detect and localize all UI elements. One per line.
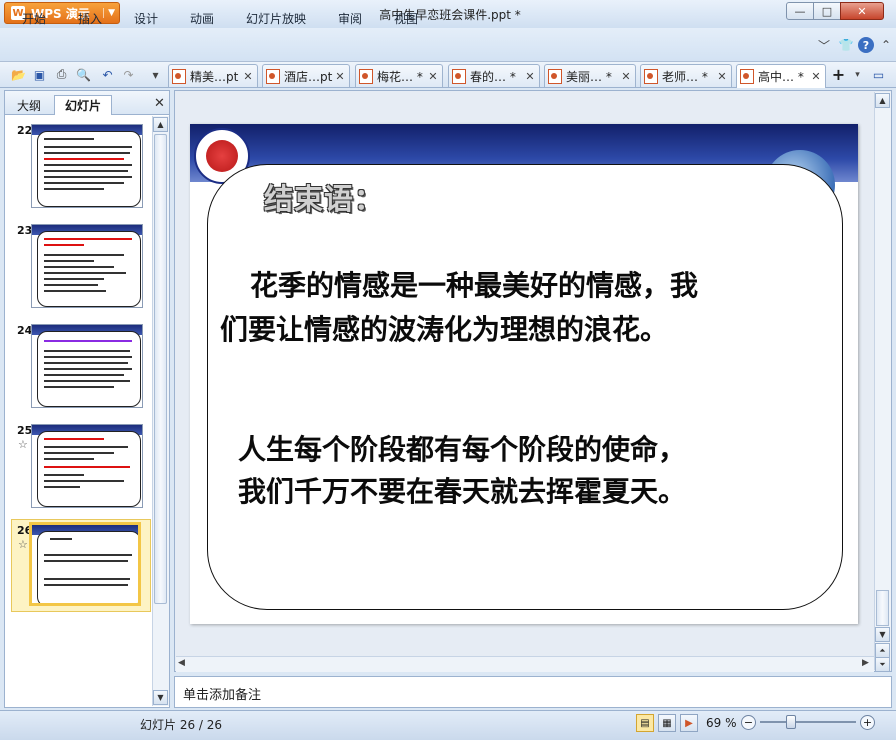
zoom-in-button[interactable]: + bbox=[860, 715, 875, 730]
zoom-slider-track[interactable] bbox=[760, 721, 856, 723]
tab-list-dropdown-icon[interactable]: ▾ bbox=[849, 66, 866, 83]
thumbnail-slide-22[interactable] bbox=[31, 124, 143, 208]
current-slide[interactable]: 结束语： 花季的情感是一种最美好的情感，我 们要让情感的波涛化为理想的浪花。 人… bbox=[190, 124, 858, 624]
tab-outline[interactable]: 大纲 bbox=[8, 95, 50, 115]
menu-view[interactable]: 视图 bbox=[394, 10, 418, 27]
ppt-file-icon bbox=[452, 68, 466, 84]
scroll-up-icon[interactable]: ▲ bbox=[875, 93, 890, 108]
chevron-down-icon[interactable]: ﹀ bbox=[816, 37, 832, 53]
slide-text-line-2: 们要让情感的波涛化为理想的浪花。 bbox=[220, 313, 669, 346]
doc-tab-6[interactable]: 老师… * ✕ bbox=[640, 64, 732, 87]
zoom-level: 69 % bbox=[706, 716, 737, 730]
animation-star-icon: ☆ bbox=[18, 438, 28, 451]
menu-bar bbox=[0, 28, 896, 62]
thumbnail-slide-23[interactable] bbox=[31, 224, 143, 308]
print-icon[interactable]: ⎙ bbox=[53, 66, 70, 83]
thumbnail-slide-24[interactable] bbox=[31, 324, 143, 408]
print-preview-icon[interactable]: 🔍 bbox=[75, 66, 92, 83]
redo-icon[interactable]: ↷ bbox=[120, 66, 137, 83]
maximize-button[interactable]: □ bbox=[813, 2, 841, 20]
tab-close-icon[interactable]: ✕ bbox=[242, 70, 254, 83]
skin-icon[interactable]: 👕 bbox=[838, 37, 854, 53]
tab-close-icon[interactable]: ✕ bbox=[620, 70, 632, 83]
save-icon[interactable]: ▣ bbox=[31, 66, 48, 83]
doc-tab-4[interactable]: 春的… * ✕ bbox=[448, 64, 540, 87]
thumbnail-slide-25[interactable] bbox=[31, 424, 143, 508]
slide-text-line-1: 花季的情感是一种最美好的情感，我 bbox=[250, 269, 699, 302]
animation-star-icon: ☆ bbox=[18, 538, 28, 551]
help-icon[interactable]: ? bbox=[858, 37, 874, 53]
normal-view-icon[interactable]: ▤ bbox=[636, 714, 654, 732]
tab-close-icon[interactable]: ✕ bbox=[716, 70, 728, 83]
ribbon-toggle-icon[interactable]: ⌃ bbox=[878, 37, 894, 53]
scroll-left-icon[interactable]: ◀ bbox=[178, 658, 185, 668]
doc-tab-2[interactable]: 酒店…pt ✕ bbox=[262, 64, 350, 87]
notes-pane[interactable] bbox=[174, 676, 892, 708]
canvas-horizontal-scrollbar[interactable] bbox=[176, 656, 874, 672]
open-icon[interactable]: 📂 bbox=[10, 66, 27, 83]
canvas-vertical-scrollbar[interactable] bbox=[874, 92, 891, 670]
status-bar bbox=[0, 710, 896, 740]
doc-tab-1[interactable]: 精美…pt ✕ bbox=[168, 64, 258, 87]
close-button[interactable]: ✕ bbox=[840, 2, 884, 20]
tab-close-icon[interactable]: ✕ bbox=[427, 70, 439, 83]
ppt-file-icon bbox=[740, 69, 754, 84]
next-slide-icon[interactable]: ⏷ bbox=[875, 657, 890, 672]
scroll-down-icon[interactable]: ▼ bbox=[153, 690, 168, 705]
zoom-slider-thumb[interactable] bbox=[786, 715, 796, 729]
doc-tab-3[interactable]: 梅花… * ✕ bbox=[355, 64, 443, 87]
tab-close-icon[interactable]: ✕ bbox=[334, 70, 346, 83]
menu-animation[interactable]: 动画 bbox=[190, 10, 214, 27]
tab-slides[interactable]: 幻灯片 bbox=[54, 95, 112, 115]
zoom-out-button[interactable]: − bbox=[741, 715, 756, 730]
menu-slideshow[interactable]: 幻灯片放映 bbox=[246, 10, 306, 27]
notes-placeholder: 单击添加备注 bbox=[183, 688, 262, 703]
slide-text-line-3: 人生每个阶段都有每个阶段的使命， bbox=[238, 433, 687, 466]
slide-text-line-4: 我们千万不要在春天就去挥霍夏天。 bbox=[238, 475, 687, 508]
scroll-down-icon[interactable]: ▼ bbox=[875, 627, 890, 642]
menu-home[interactable]: 开始 bbox=[22, 10, 46, 27]
customize-toolbar-icon[interactable]: ▾ bbox=[147, 66, 164, 83]
slide-content-box[interactable] bbox=[207, 164, 843, 610]
doc-tab-7-active[interactable]: 高中… * ✕ bbox=[736, 64, 826, 88]
new-tab-plus-icon[interactable]: + bbox=[830, 65, 847, 84]
undo-icon[interactable]: ↶ bbox=[99, 66, 116, 83]
scroll-right-icon[interactable]: ▶ bbox=[862, 658, 869, 668]
ppt-file-icon bbox=[359, 68, 373, 84]
slide-counter: 幻灯片 26 / 26 bbox=[140, 718, 223, 732]
panel-close-icon[interactable]: ✕ bbox=[154, 96, 165, 111]
minimize-button[interactable]: — bbox=[786, 2, 814, 20]
ppt-file-icon bbox=[644, 68, 658, 84]
canvas-scroll-thumb[interactable] bbox=[876, 590, 889, 626]
doc-tab-5[interactable]: 美丽… * ✕ bbox=[544, 64, 636, 87]
ppt-file-icon bbox=[172, 68, 186, 84]
previous-slide-icon[interactable]: ⏶ bbox=[875, 643, 890, 658]
ppt-file-icon bbox=[548, 68, 562, 84]
tab-close-icon[interactable]: ✕ bbox=[810, 70, 822, 83]
ppt-file-icon bbox=[266, 68, 280, 84]
tab-close-icon[interactable]: ✕ bbox=[524, 70, 536, 83]
window-layout-icon[interactable]: ▭ bbox=[870, 66, 887, 83]
thumbnail-scroll-thumb[interactable] bbox=[154, 134, 167, 604]
slide-sorter-view-icon[interactable]: ▦ bbox=[658, 714, 676, 732]
menu-review[interactable]: 审阅 bbox=[338, 10, 362, 27]
dropdown-arrow-icon: ▼ bbox=[103, 8, 115, 18]
menu-design[interactable]: 设计 bbox=[134, 10, 158, 27]
menu-insert[interactable]: 插入 bbox=[78, 10, 102, 27]
scroll-up-icon[interactable]: ▲ bbox=[153, 117, 168, 132]
slideshow-view-icon[interactable]: ▶ bbox=[680, 714, 698, 732]
thumbnail-slide-26-selected[interactable] bbox=[29, 522, 141, 606]
slide-heading: 结束语： bbox=[264, 182, 385, 216]
